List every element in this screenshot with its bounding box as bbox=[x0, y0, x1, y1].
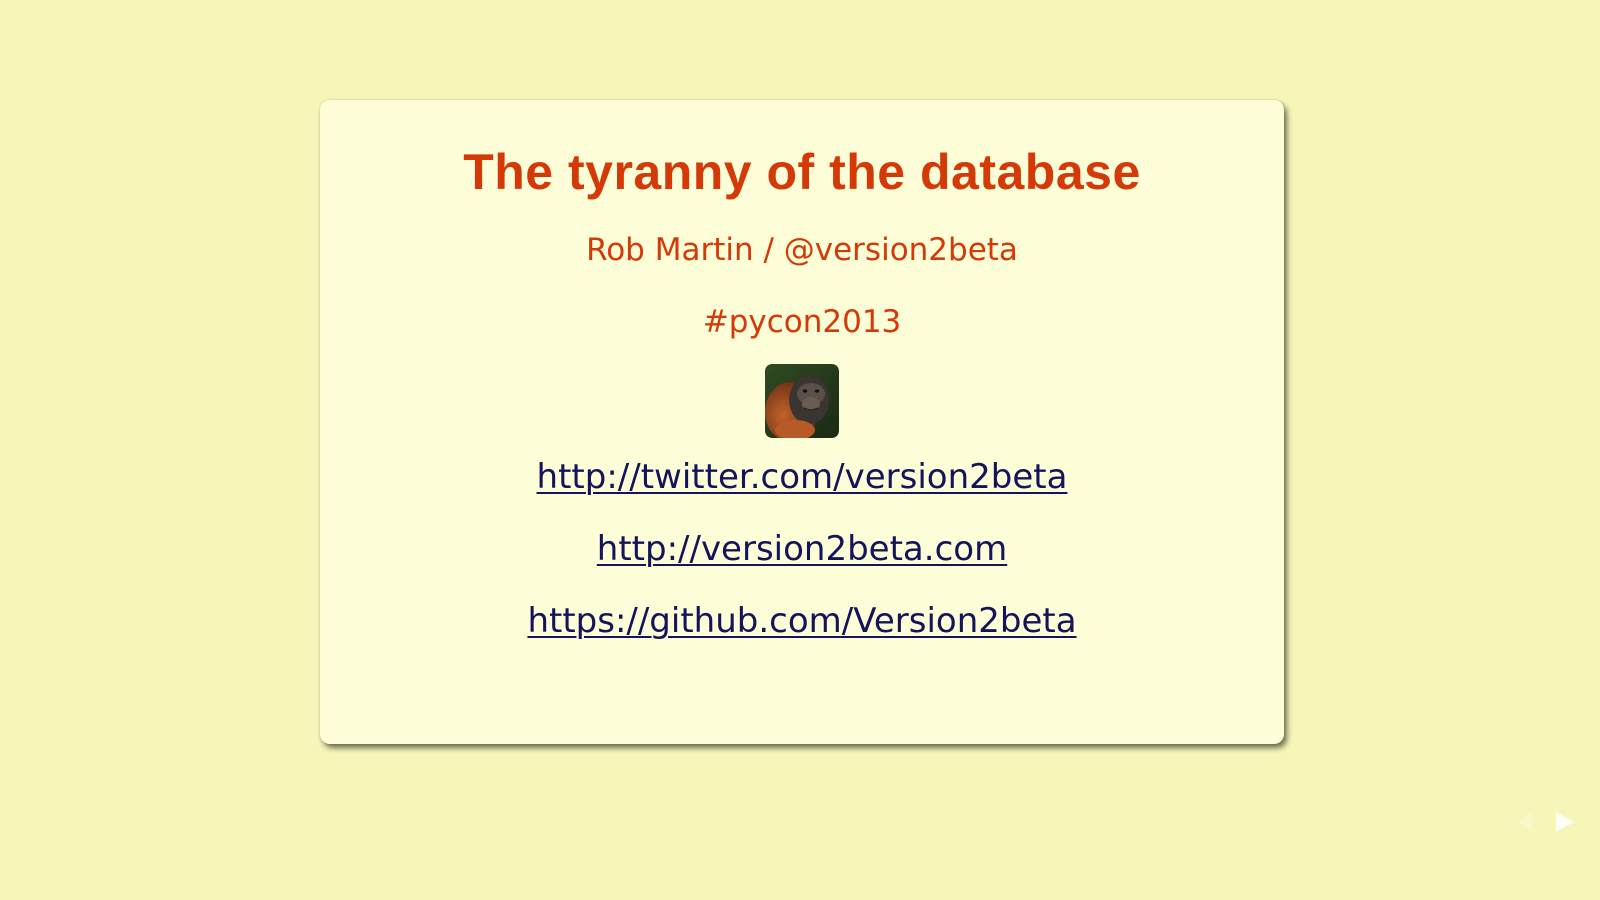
slide-card: The tyranny of the database Rob Martin /… bbox=[320, 100, 1284, 744]
avatar bbox=[765, 364, 839, 438]
hashtag: #pycon2013 bbox=[702, 304, 902, 340]
arrow-left-icon[interactable] bbox=[1518, 812, 1532, 832]
website-link[interactable]: http://version2beta.com bbox=[597, 529, 1007, 569]
slide-navigation bbox=[1514, 792, 1574, 852]
github-link-line: https://github.com/Version2beta bbox=[320, 600, 1284, 642]
slide-title: The tyranny of the database bbox=[463, 144, 1141, 200]
twitter-link[interactable]: http://twitter.com/version2beta bbox=[537, 457, 1068, 497]
presentation-stage: The tyranny of the database Rob Martin /… bbox=[0, 0, 1600, 900]
github-link[interactable]: https://github.com/Version2beta bbox=[527, 601, 1076, 641]
orangutan-avatar-icon bbox=[765, 364, 839, 438]
arrow-right-icon[interactable] bbox=[1556, 812, 1574, 832]
website-link-line: http://version2beta.com bbox=[320, 528, 1284, 570]
twitter-link-line: http://twitter.com/version2beta bbox=[320, 456, 1284, 498]
author-line: Rob Martin / @version2beta bbox=[586, 232, 1018, 268]
